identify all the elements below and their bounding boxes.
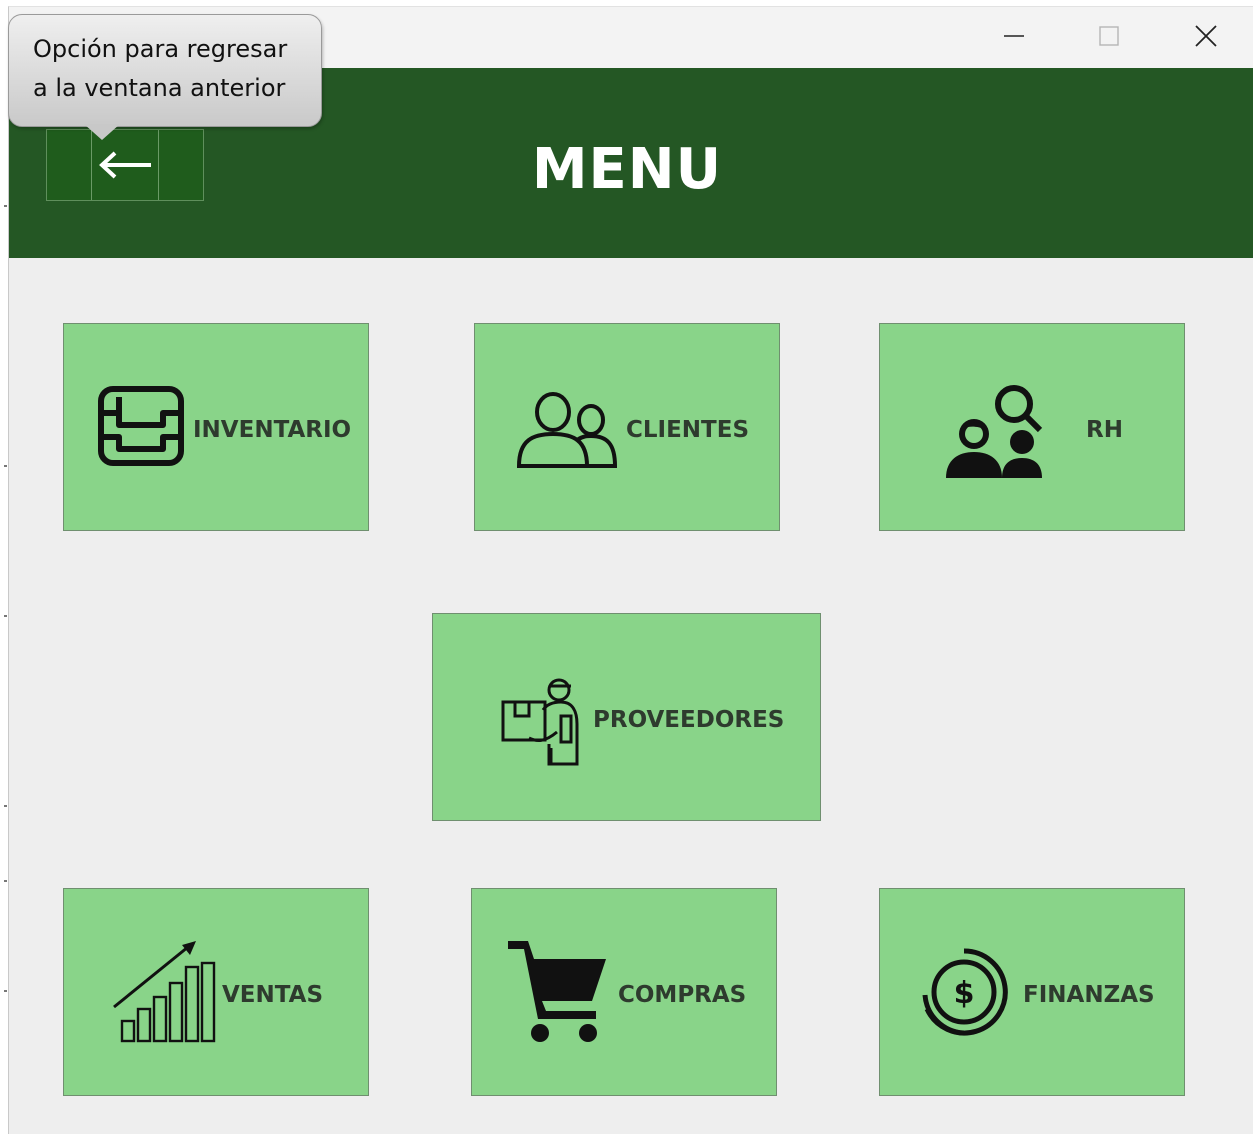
menu-window: MENU INVENTARIO CLIENTES RH PROVEEDORES … xyxy=(8,6,1253,1134)
tile-label: CLIENTES xyxy=(626,417,750,443)
back-button-divider xyxy=(91,130,92,200)
inventario-button[interactable]: INVENTARIO xyxy=(63,323,369,531)
dollar-coin-icon: $ xyxy=(922,948,1008,1036)
maximize-button[interactable] xyxy=(1064,7,1154,65)
edge-mark xyxy=(4,990,7,992)
edge-mark xyxy=(4,205,7,207)
finanzas-button[interactable]: $ FINANZAS xyxy=(879,888,1185,1096)
edge-mark xyxy=(4,880,7,882)
ventas-button[interactable]: VENTAS xyxy=(63,888,369,1096)
minimize-button[interactable] xyxy=(969,7,1059,65)
growth-chart-icon xyxy=(113,941,216,1043)
tooltip-text: Opción para regresar a la ventana anteri… xyxy=(33,35,288,102)
back-button-tooltip: Opción para regresar a la ventana anteri… xyxy=(8,14,322,127)
clientes-button[interactable]: CLIENTES xyxy=(474,323,780,531)
tooltip-pointer xyxy=(84,124,120,140)
minimize-icon xyxy=(1004,35,1024,37)
user-search-icon xyxy=(946,385,1043,478)
close-icon xyxy=(1195,25,1217,47)
proveedores-button[interactable]: PROVEEDORES xyxy=(432,613,821,821)
edge-mark xyxy=(4,465,7,467)
tile-label: RH xyxy=(1086,417,1123,443)
shopping-cart-icon xyxy=(508,941,606,1042)
compras-button[interactable]: COMPRAS xyxy=(471,888,777,1096)
users-icon xyxy=(516,392,618,468)
tile-label: VENTAS xyxy=(222,982,324,1008)
tile-label: COMPRAS xyxy=(618,982,747,1008)
tile-label: FINANZAS xyxy=(1023,982,1155,1008)
back-button[interactable] xyxy=(46,129,204,201)
close-button[interactable] xyxy=(1161,7,1251,65)
archive-box-icon xyxy=(98,386,184,466)
maximize-icon xyxy=(1099,26,1119,46)
arrow-left-icon xyxy=(99,151,151,179)
delivery-person-icon xyxy=(501,678,579,766)
rh-button[interactable]: RH xyxy=(879,323,1185,531)
svg-text:$: $ xyxy=(954,976,975,1011)
tile-label: PROVEEDORES xyxy=(593,707,785,733)
tile-label: INVENTARIO xyxy=(193,417,352,443)
back-button-divider xyxy=(158,130,159,200)
edge-mark xyxy=(4,805,7,807)
edge-mark xyxy=(4,615,7,617)
